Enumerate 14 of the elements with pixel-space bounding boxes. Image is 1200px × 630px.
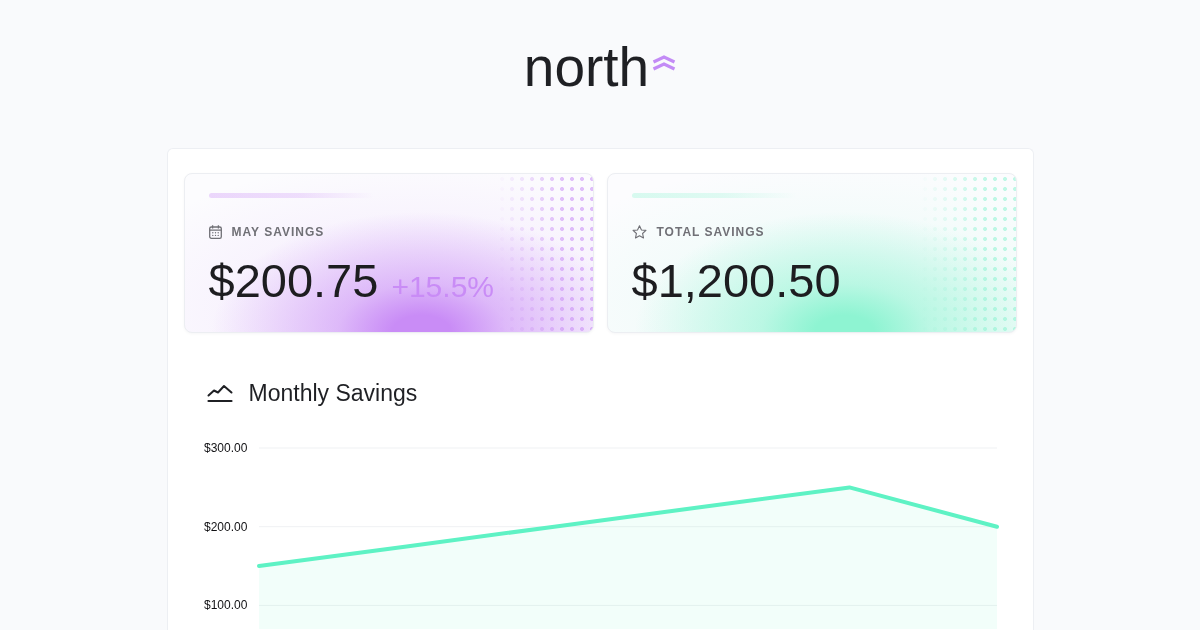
- stat-label: TOTAL SAVINGS: [656, 224, 765, 239]
- logo-text: north: [523, 40, 650, 95]
- stat-value: $200.75: [208, 256, 379, 306]
- y-axis-label: $100.00: [203, 598, 247, 613]
- stat-label: MAY SAVINGS: [231, 224, 325, 239]
- star-icon: [631, 224, 647, 239]
- stat-value: $1,200.50: [631, 256, 841, 306]
- y-axis-label: $300.00: [203, 441, 247, 455]
- chart-title: Monthly Savings: [248, 380, 418, 406]
- line-chart-icon: [206, 383, 233, 403]
- stat-change: +15.5%: [391, 270, 494, 304]
- double-chevron-icon: [652, 55, 677, 71]
- calendar-icon: [208, 224, 222, 239]
- y-axis-label: $200.00: [203, 519, 247, 534]
